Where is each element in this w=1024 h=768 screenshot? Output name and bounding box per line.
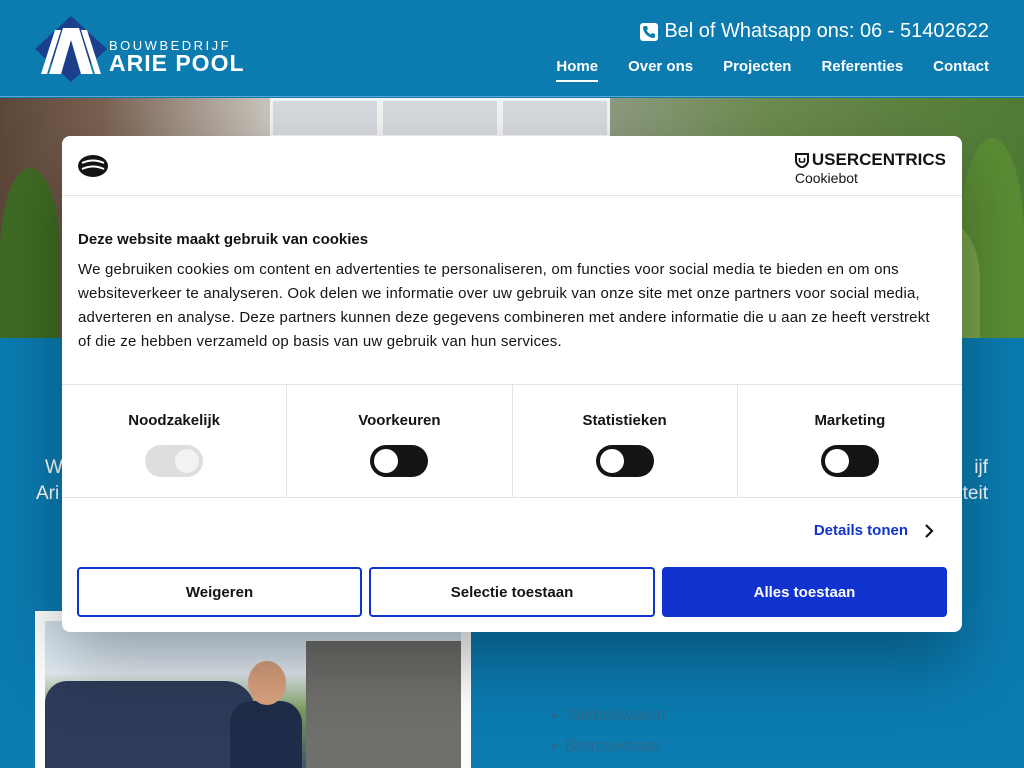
dialog-header: USERCENTRICS Cookiebot	[62, 136, 962, 196]
nav-contact[interactable]: Contact	[933, 58, 989, 82]
feature-item: Vakbekwaam	[552, 705, 666, 725]
team-photo-card	[35, 611, 471, 768]
toggle-statistics: Statistieken	[513, 385, 738, 497]
intro-text-left: W Ari	[36, 457, 63, 504]
nav-over-ons[interactable]: Over ons	[628, 58, 693, 82]
nav-home[interactable]: Home	[556, 58, 599, 82]
phone-text: Bel of Whatsapp ons: 06 - 51402622	[664, 20, 989, 42]
chevron-right-icon	[925, 523, 934, 538]
usercentrics-logo[interactable]: USERCENTRICS Cookiebot	[794, 150, 946, 186]
brand-name: ARIE POOL	[109, 50, 245, 76]
brand-logo[interactable]: BOUWBEDRIJF ARIE POOL	[35, 16, 255, 82]
nav-projecten[interactable]: Projecten	[723, 58, 791, 82]
consent-toggles: Noodzakelijk Voorkeuren Statistieken Mar…	[62, 384, 962, 498]
necessary-switch	[145, 445, 204, 477]
toggle-label: Noodzakelijk	[128, 412, 220, 429]
details-link[interactable]: Details tonen	[814, 522, 934, 539]
statistics-switch[interactable]	[595, 445, 654, 477]
site-header: BOUWBEDRIJF ARIE POOL Bel of Whatsapp on…	[0, 0, 1024, 97]
preferences-switch[interactable]	[370, 445, 429, 477]
toggle-label: Voorkeuren	[358, 412, 441, 429]
feature-list: Vakbekwaam Betrouwbaar	[552, 705, 666, 767]
allow-selection-button[interactable]: Selectie toestaan	[369, 567, 655, 617]
shield-icon	[794, 152, 809, 168]
dialog-title: Deze website maakt gebruik van cookies	[78, 231, 369, 248]
toggle-preferences: Voorkeuren	[287, 385, 513, 497]
feature-item: Betrouwbaar	[552, 736, 666, 756]
nav-referenties[interactable]: Referenties	[821, 58, 903, 82]
main-nav: Home Over ons Projecten Referenties Cont…	[556, 58, 989, 82]
cookie-icon	[78, 155, 108, 177]
toggle-label: Marketing	[814, 412, 886, 429]
phone-icon	[640, 22, 659, 41]
toggle-marketing: Marketing	[738, 385, 962, 497]
intro-text-right: ijf teit	[962, 457, 988, 504]
deny-button[interactable]: Weigeren	[77, 567, 362, 617]
phone-contact[interactable]: Bel of Whatsapp ons: 06 - 51402622	[640, 20, 989, 43]
team-photo	[45, 621, 461, 768]
allow-all-button[interactable]: Alles toestaan	[662, 567, 947, 617]
dialog-body-text: We gebruiken cookies om content en adver…	[78, 261, 930, 350]
toggle-necessary: Noodzakelijk	[62, 385, 288, 497]
toggle-label: Statistieken	[582, 412, 667, 429]
marketing-switch[interactable]	[820, 445, 879, 477]
cookie-consent-dialog: USERCENTRICS Cookiebot Deze website maak…	[62, 136, 962, 632]
logo-mark-icon	[35, 16, 107, 82]
